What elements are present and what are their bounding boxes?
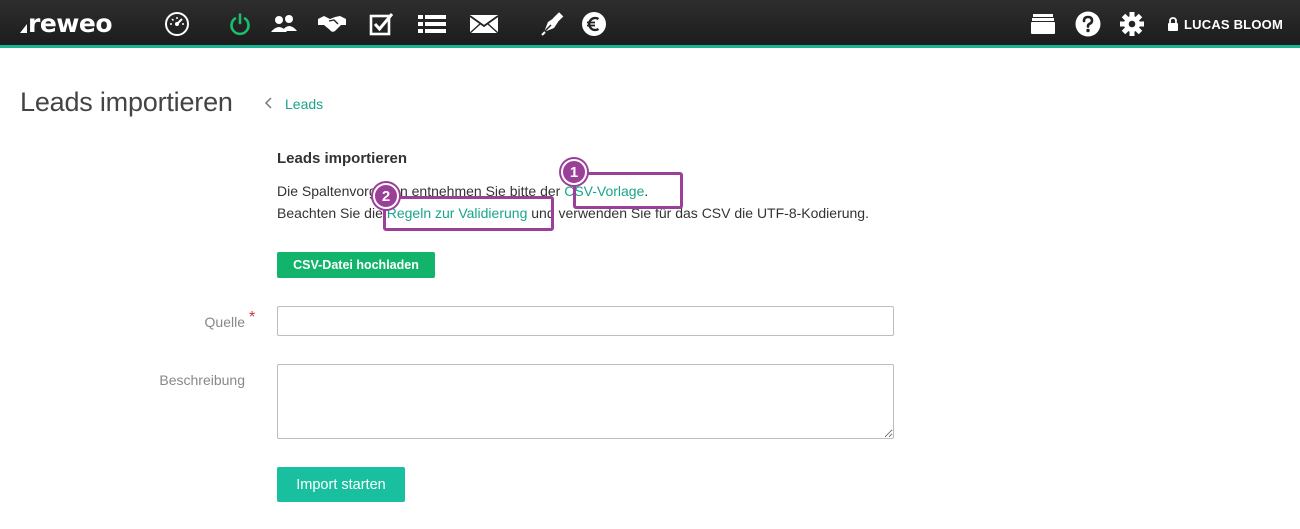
- contacts-icon[interactable]: [269, 9, 299, 39]
- dashboard-gauge-icon[interactable]: [162, 9, 192, 39]
- user-menu[interactable]: LUCAS BLOOM: [1167, 14, 1283, 34]
- page-title: Leads importieren: [20, 87, 233, 117]
- annotation-box-1: [573, 172, 683, 209]
- tasks-checkbox-icon[interactable]: [366, 9, 396, 39]
- beschreibung-textarea[interactable]: [277, 364, 894, 439]
- quelle-input[interactable]: [277, 306, 894, 336]
- annotation-box-2: [383, 196, 554, 231]
- csv-upload-button[interactable]: CSV-Datei hochladen: [277, 252, 435, 278]
- quelle-label: Quelle: [204, 314, 245, 330]
- archive-box-icon[interactable]: [1028, 9, 1058, 39]
- help-icon[interactable]: [1073, 9, 1103, 39]
- power-icon[interactable]: [225, 9, 255, 39]
- top-navigation-bar: reweo LUCAS BLOOM: [0, 0, 1300, 48]
- lock-icon: [1168, 17, 1178, 31]
- annotation-badge-2: 2: [373, 183, 399, 209]
- settings-gear-icon[interactable]: [1117, 9, 1147, 39]
- reweo-logo[interactable]: reweo: [20, 9, 113, 39]
- import-start-button[interactable]: Import starten: [277, 467, 405, 502]
- euro-icon[interactable]: [579, 9, 609, 39]
- handshake-icon[interactable]: [317, 9, 347, 39]
- beschreibung-label: Beschreibung: [159, 372, 245, 388]
- chevron-left-icon: [264, 97, 272, 109]
- breadcrumb-leads-link[interactable]: Leads: [285, 96, 323, 112]
- pen-nib-icon[interactable]: [537, 9, 567, 39]
- annotation-badge-1: 1: [561, 159, 587, 185]
- list-icon[interactable]: [417, 9, 447, 39]
- section-title: Leads importieren: [277, 150, 408, 167]
- user-name: LUCAS BLOOM: [1184, 16, 1283, 32]
- mail-icon[interactable]: [469, 9, 499, 39]
- desc-line2-prefix: Beachten Sie die: [277, 205, 387, 221]
- required-marker: *: [249, 309, 256, 326]
